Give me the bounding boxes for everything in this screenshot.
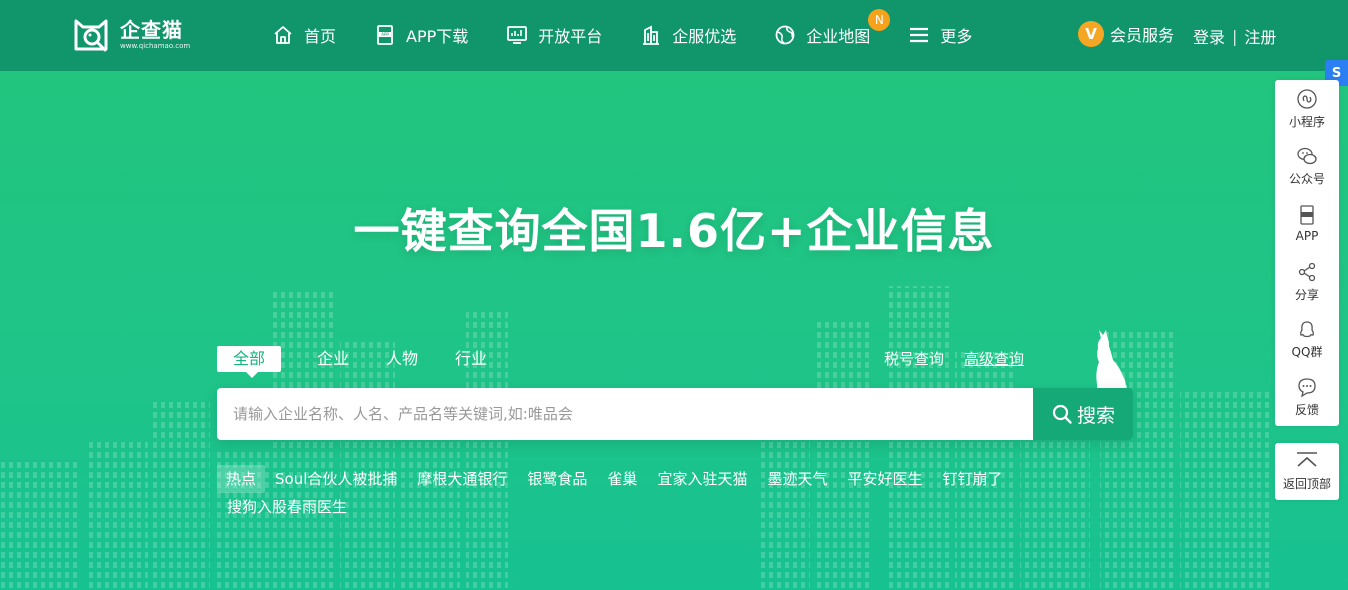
- nav-item-open-platform[interactable]: 开放平台: [506, 23, 602, 47]
- hot-topic-item[interactable]: 搜狗入股春雨医生: [227, 493, 347, 521]
- auth-separator: |: [1232, 26, 1238, 46]
- nav-label: 企服优选: [672, 27, 737, 46]
- register-link[interactable]: 注册: [1244, 24, 1276, 48]
- tax-id-search-link[interactable]: 税号查询: [884, 348, 944, 369]
- nav-item-more[interactable]: 更多: [908, 23, 972, 47]
- right-sidebar: 小程序 公众号 APP 分享 QQ群 反馈: [1275, 80, 1339, 426]
- advanced-search-links: 税号查询 高级查询: [884, 348, 1044, 369]
- cat-logo-icon: [74, 19, 108, 52]
- sidebar-item-wechat[interactable]: 公众号: [1275, 138, 1339, 196]
- hot-topic-item[interactable]: 钉钉崩了: [942, 465, 1002, 493]
- qq-icon: [1300, 321, 1314, 338]
- hot-topic-item[interactable]: 银鹭食品: [527, 465, 587, 493]
- home-icon: [274, 26, 292, 44]
- sidebar-item-mini-program[interactable]: 小程序: [1275, 80, 1339, 138]
- nav-label: 开放平台: [538, 27, 603, 46]
- sidebar-item-feedback[interactable]: 反馈: [1275, 368, 1339, 426]
- sidebar-item-share[interactable]: 分享: [1275, 253, 1339, 311]
- building-icon: [643, 25, 660, 45]
- vip-label: 会员服务: [1110, 26, 1175, 45]
- feedback-icon: [1298, 378, 1316, 398]
- advanced-search-link[interactable]: 高级查询: [964, 348, 1024, 369]
- nav-label: 企业地图: [806, 27, 871, 46]
- nav-label: 更多: [940, 27, 973, 46]
- hot-topic-item[interactable]: 雀巢: [607, 465, 637, 493]
- nav-item-enterprise-map[interactable]: 企业地图 N: [774, 9, 891, 47]
- login-link[interactable]: 登录: [1193, 24, 1225, 48]
- hot-topics: 热点 Soul合伙人被批捕 摩根大通银行 银鹭食品 雀巢 宜家入驻天猫 墨迹天气 平安好医生钉…: [217, 465, 1117, 521]
- svg-text:APP: APP: [381, 32, 389, 37]
- menu-icon: [910, 27, 929, 43]
- app-icon: [1300, 205, 1314, 226]
- nav-label: 首页: [304, 27, 337, 46]
- monitor-icon: [507, 26, 528, 44]
- search-tabs: 全部 企业 人物 行业: [217, 346, 524, 378]
- app-download-icon: APP: [377, 25, 393, 45]
- hot-topic-item[interactable]: 平安好医生: [847, 465, 922, 493]
- tab-all[interactable]: 全部: [217, 346, 282, 378]
- sidebar-item-label: 反馈: [1294, 402, 1319, 417]
- search-button-label: 搜索: [1076, 404, 1115, 427]
- nav-item-app-download[interactable]: APP APP下载: [374, 23, 468, 47]
- main-nav: 首页 APP APP下载 开放平台 企服优选 企业地图 N 更多: [272, 9, 1010, 48]
- sidebar-item-app[interactable]: APP: [1275, 195, 1339, 253]
- brand-url: www.qichamao.com: [120, 41, 191, 50]
- hero-section: 一键查询全国1.6亿+企业信息 全部 企业 人物 行业 税号查询 高级查询 搜索…: [0, 71, 1348, 590]
- brand-name: 企查猫: [120, 17, 183, 42]
- hero-headline: 一键查询全国1.6亿+企业信息: [353, 204, 995, 258]
- hot-topic-item[interactable]: Soul合伙人被批捕: [275, 465, 397, 493]
- hot-label: 热点: [217, 465, 266, 493]
- sidebar-item-label: 分享: [1294, 287, 1319, 302]
- nav-item-home[interactable]: 首页: [272, 23, 336, 47]
- vip-icon: V: [1078, 21, 1104, 47]
- tab-company[interactable]: 企业: [317, 346, 349, 372]
- globe-icon: [775, 25, 795, 45]
- sidebar-item-label: 小程序: [1288, 114, 1325, 129]
- arrow-up-icon: [1297, 452, 1317, 467]
- tab-industry[interactable]: 行业: [455, 346, 487, 372]
- auth-links: 登录 | 注册: [1193, 24, 1276, 48]
- brand-logo[interactable]: 企查猫 www.qichamao.com: [72, 13, 190, 55]
- sidebar-item-label: QQ群: [1291, 345, 1323, 360]
- hot-topic-item[interactable]: 摩根大通银行: [417, 465, 507, 493]
- top-navbar: 企查猫 www.qichamao.com 首页 APP APP下载 开放平台 企…: [0, 0, 1348, 71]
- back-to-top-label: 返回顶部: [1282, 477, 1331, 491]
- back-to-top-button[interactable]: 返回顶部: [1275, 443, 1339, 500]
- search-icon: [1052, 404, 1072, 424]
- tab-person[interactable]: 人物: [386, 346, 418, 372]
- hot-topic-item[interactable]: 宜家入驻天猫: [657, 465, 747, 493]
- sidebar-item-qq[interactable]: QQ群: [1275, 310, 1339, 368]
- new-badge: N: [868, 9, 891, 31]
- search-input[interactable]: [217, 388, 1033, 440]
- nav-item-services[interactable]: 企服优选: [640, 23, 736, 47]
- mini-program-icon: [1297, 89, 1317, 109]
- hot-topic-item[interactable]: 墨迹天气: [767, 465, 827, 493]
- search-button[interactable]: 搜索: [1033, 388, 1133, 440]
- wechat-icon: [1297, 148, 1317, 165]
- sidebar-item-label: APP: [1295, 229, 1319, 244]
- share-icon: [1298, 262, 1316, 281]
- sidebar-item-label: 公众号: [1288, 172, 1325, 187]
- nav-label: APP下载: [406, 27, 469, 46]
- vip-service-link[interactable]: V 会员服务: [1078, 21, 1174, 47]
- search-bar: 搜索: [217, 388, 1133, 440]
